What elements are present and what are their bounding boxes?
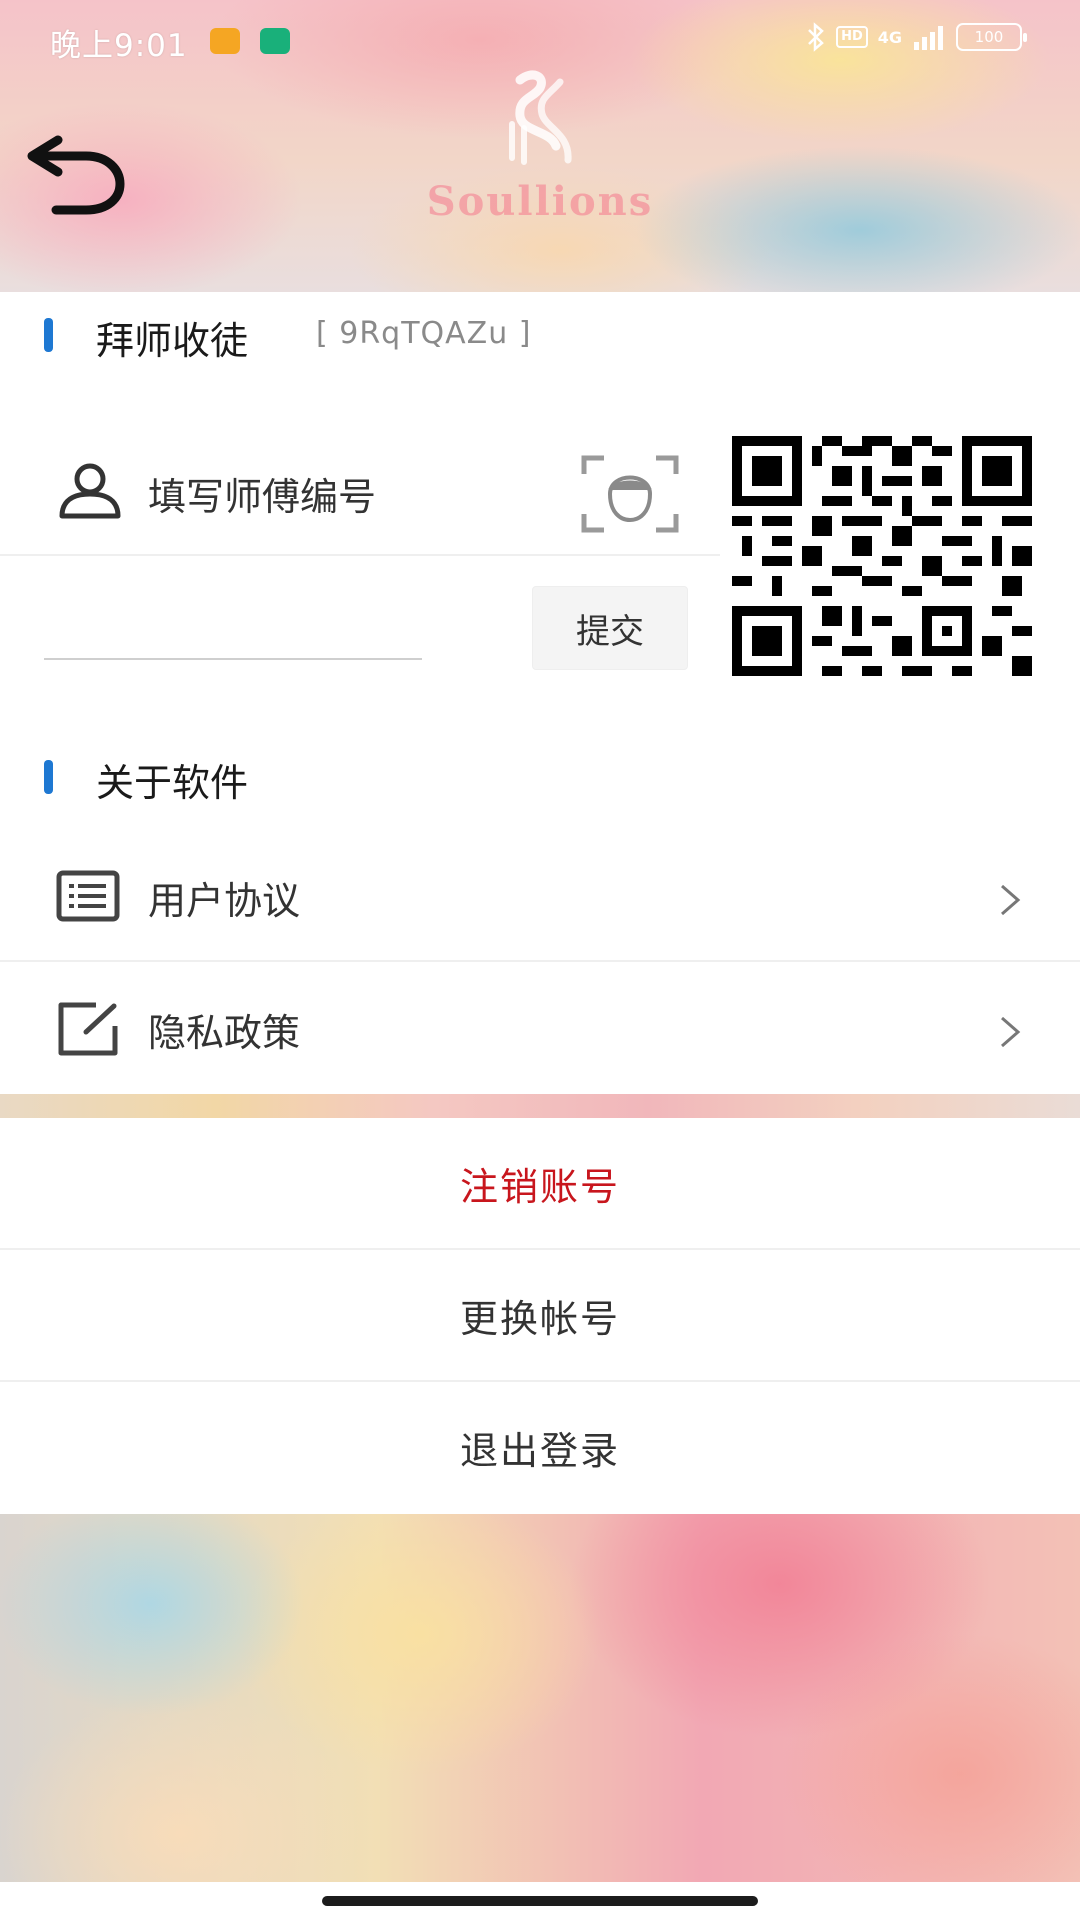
divider xyxy=(0,554,720,556)
section-accent-bar xyxy=(44,318,53,352)
security-notification-icon xyxy=(260,28,290,54)
invite-code: [ 9RqTQAZu ] xyxy=(316,316,532,351)
submit-button[interactable]: 提交 xyxy=(532,586,688,670)
network-type-label: 4G xyxy=(877,27,902,47)
mentor-section-title: 拜师收徒 xyxy=(96,319,249,363)
privacy-policy-item[interactable]: 隐私政策 xyxy=(0,962,1080,1092)
delete-account-button[interactable]: 注销账号 xyxy=(0,1118,1080,1248)
hd-badge: HD xyxy=(836,26,868,48)
chevron-right-icon xyxy=(1001,884,1021,916)
footer-background xyxy=(0,1514,1080,1882)
edit-box-icon xyxy=(58,1002,118,1056)
section-accent-bar xyxy=(44,760,53,794)
gallery-notification-icon xyxy=(210,28,240,54)
home-indicator[interactable] xyxy=(322,1896,758,1906)
master-number-label: 填写师傅编号 xyxy=(148,475,377,519)
master-code-input[interactable] xyxy=(44,608,422,660)
back-button[interactable] xyxy=(24,134,128,218)
chevron-right-icon xyxy=(1001,1016,1021,1048)
divider-watercolor-strip xyxy=(0,1094,1080,1118)
user-agreement-item[interactable]: 用户协议 xyxy=(0,830,1080,960)
status-indicators: HD 4G 100 xyxy=(806,22,1027,52)
about-section-title: 关于软件 xyxy=(96,761,249,805)
switch-account-button[interactable]: 更换帐号 xyxy=(0,1250,1080,1380)
user-agreement-label: 用户协议 xyxy=(148,879,301,923)
battery-icon: 100 xyxy=(956,23,1027,51)
qr-code xyxy=(732,436,1032,676)
privacy-policy-label: 隐私政策 xyxy=(148,1011,301,1055)
brand-logo-text: Soullions xyxy=(426,178,654,225)
user-icon xyxy=(59,463,121,519)
status-time: 晚上9:01 xyxy=(50,28,188,64)
document-list-icon xyxy=(56,870,120,922)
brand-logo-icon xyxy=(509,70,572,165)
logout-button[interactable]: 退出登录 xyxy=(0,1382,1080,1512)
face-scan-icon[interactable] xyxy=(580,454,680,534)
signal-icon xyxy=(914,26,943,50)
bluetooth-icon xyxy=(808,22,824,52)
